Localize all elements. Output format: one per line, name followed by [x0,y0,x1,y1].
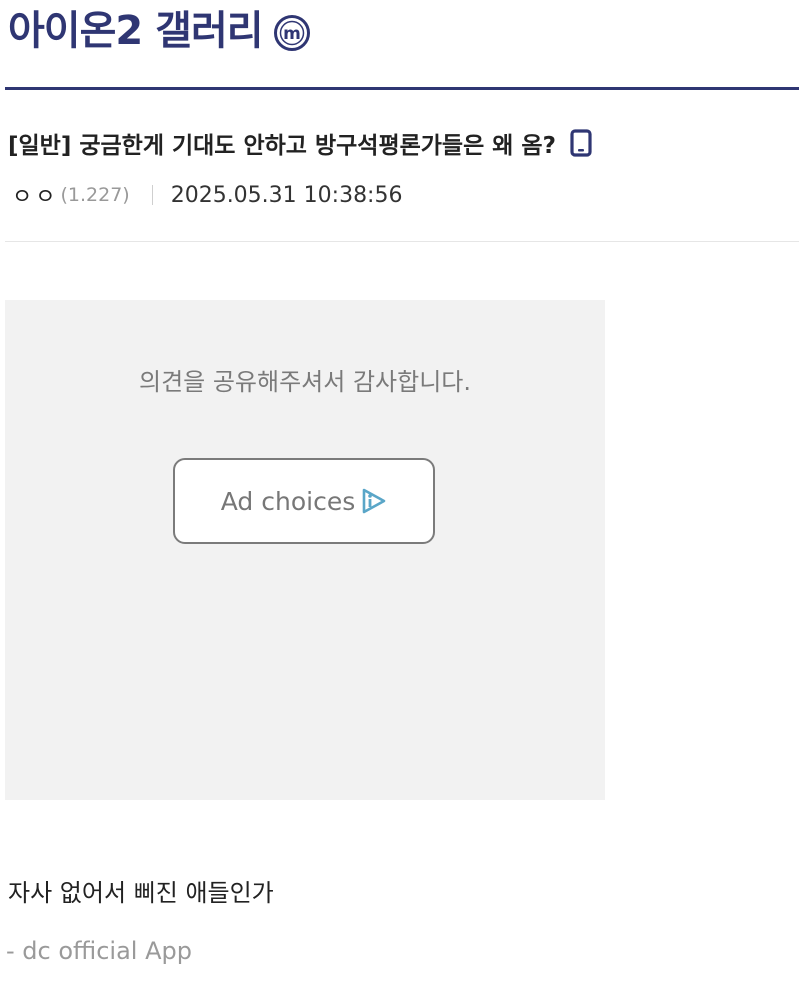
ad-choices-button[interactable]: Ad choices [173,458,435,544]
post-category: [일반] [8,133,72,159]
post-body-text: 자사 없어서 삐진 애들인가 [8,879,274,907]
gallery-header: 아이온2 갤러리 m [8,0,311,62]
post-subject: 궁금한게 기대도 안하고 방구석평론가들은 왜 옴? [79,133,556,159]
mobile-phone-icon [570,129,592,157]
minor-gallery-badge-icon: m [273,14,311,52]
app-signature: - dc official App [6,937,192,965]
post-meta: ㅇㅇ (1.227) 2025.05.31 10:38:56 [12,178,402,212]
post-date: 2025.05.31 10:38:56 [170,182,403,208]
author-ip: (1.227) [60,184,130,206]
ad-thanks-text: 의견을 공유해주셔서 감사합니다. [138,368,471,396]
badge-letter: m [283,24,301,44]
meta-divider-line [5,241,799,242]
ad-choices-label: Ad choices [220,486,356,516]
ad-container: 의견을 공유해주셔서 감사합니다. Ad choices [5,300,605,800]
gallery-title[interactable]: 아이온2 갤러리 [8,0,264,62]
header-divider [5,87,799,90]
post-title-row: [일반] 궁금한게 기대도 안하고 방구석평론가들은 왜 옴? [8,124,592,162]
author-nickname[interactable]: ㅇㅇ [12,179,58,211]
meta-divider [151,185,153,205]
adchoices-icon [361,488,387,514]
